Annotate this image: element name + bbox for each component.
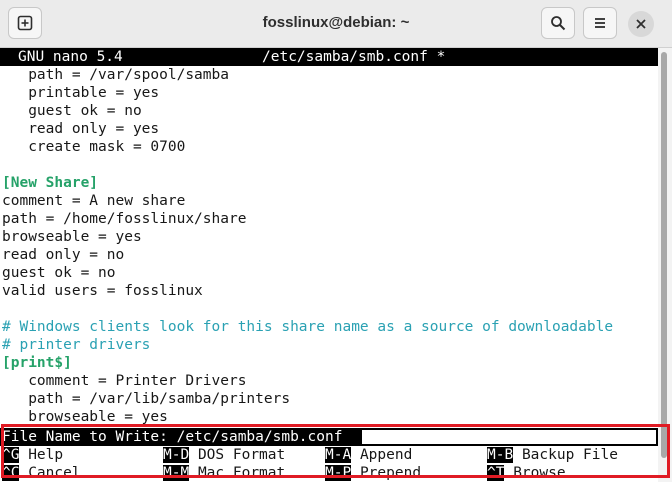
nano-header: GNU nano 5.4 /etc/samba/smb.conf * <box>0 48 658 66</box>
terminal-area[interactable]: GNU nano 5.4 /etc/samba/smb.conf * path … <box>0 0 658 482</box>
nano-version: GNU nano 5.4 <box>18 49 123 65</box>
editor-comment-line: # Windows clients look for this share na… <box>2 319 614 335</box>
editor-line: read only = yes <box>2 121 160 137</box>
editor-line: guest ok = no <box>2 103 142 119</box>
scrollbar-thumb[interactable] <box>661 52 667 458</box>
editor-line: valid users = fosslinux <box>2 283 203 299</box>
editor-line: printable = yes <box>2 85 160 101</box>
editor-line: read only = no <box>2 247 125 263</box>
highlight-box <box>1 424 670 478</box>
editor-section-header: [print$] <box>2 355 72 371</box>
editor-line: guest ok = no <box>2 265 116 281</box>
editor-line: path = /var/lib/samba/printers <box>2 391 291 407</box>
editor-line: comment = Printer Drivers <box>2 373 247 389</box>
editor-section-header: [New Share] <box>2 175 99 191</box>
editor-line: browseable = yes <box>2 229 142 245</box>
editor-comment-line: # printer drivers <box>2 337 151 353</box>
editor-line: comment = A new share <box>2 193 186 209</box>
editor-line: path = /var/spool/samba <box>2 67 229 83</box>
nano-filename: /etc/samba/smb.conf * <box>262 49 446 65</box>
editor-line: path = /home/fosslinux/share <box>2 211 247 227</box>
editor-line: create mask = 0700 <box>2 139 186 155</box>
